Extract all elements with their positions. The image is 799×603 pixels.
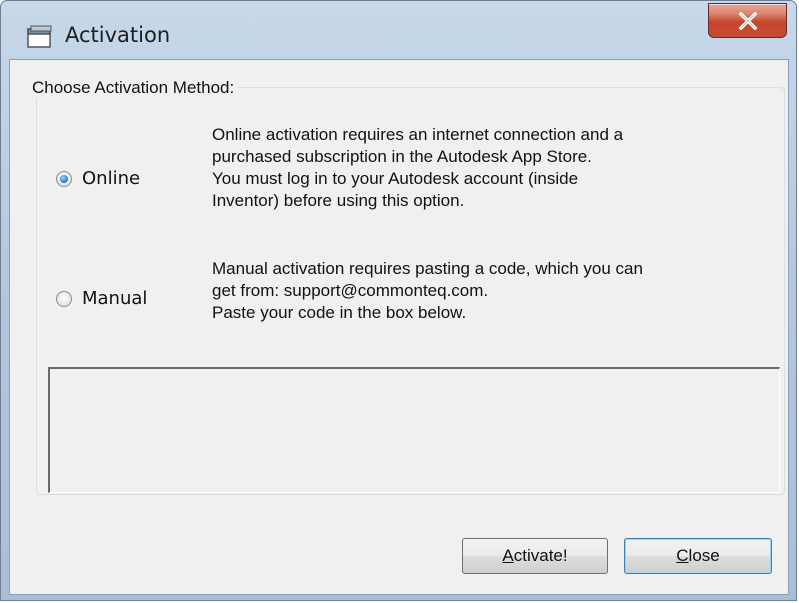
close-button[interactable]: Close: [624, 538, 772, 574]
radio-manual-label[interactable]: Manual: [82, 288, 147, 309]
activation-code-input[interactable]: [48, 367, 780, 493]
activation-dialog: Activation Choose Activation Method: Onl…: [0, 0, 797, 601]
activate-button[interactable]: Activate!: [462, 538, 608, 574]
manual-description: Manual activation requires pasting a cod…: [212, 258, 782, 324]
dialog-client-area: Choose Activation Method: Online Online …: [9, 59, 789, 595]
close-mnemonic: C: [676, 546, 689, 565]
radio-online-row[interactable]: Online: [56, 168, 140, 189]
online-desc-line-1: Online activation requires an internet c…: [212, 125, 624, 144]
online-description: Online activation requires an internet c…: [212, 124, 782, 212]
window-title: Activation: [65, 23, 171, 47]
radio-manual-row[interactable]: Manual: [56, 288, 147, 309]
manual-desc-line-1: Manual activation requires pasting a cod…: [212, 259, 643, 278]
window-close-button[interactable]: [708, 3, 787, 38]
radio-manual[interactable]: [56, 290, 72, 307]
title-bar[interactable]: Activation: [1, 1, 796, 51]
activate-label: ctivate!: [513, 546, 568, 565]
manual-desc-line-3: Paste your code in the box below.: [212, 303, 467, 322]
group-legend: Choose Activation Method:: [30, 78, 239, 98]
window-app-icon: [27, 25, 53, 49]
close-label: lose: [688, 546, 720, 565]
activate-mnemonic: A: [502, 546, 514, 565]
online-desc-line-2: purchased subscription in the Autodesk A…: [212, 147, 592, 166]
radio-online[interactable]: [56, 170, 72, 187]
radio-online-label[interactable]: Online: [82, 168, 140, 189]
close-x-icon: [738, 12, 758, 30]
online-desc-line-3: You must log in to your Autodesk account…: [212, 169, 579, 188]
online-desc-line-4: Inventor) before using this option.: [212, 191, 465, 210]
manual-desc-line-2: get from: support@commonteq.com.: [212, 281, 489, 300]
